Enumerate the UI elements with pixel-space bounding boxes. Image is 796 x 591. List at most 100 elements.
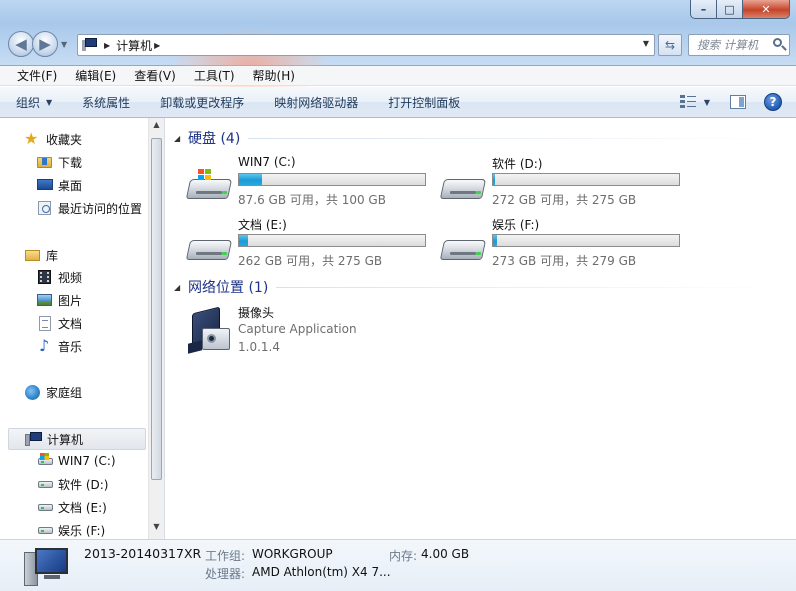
hard-drive-icon [439,230,487,266]
group-divider [248,137,780,139]
usage-bar-fill [493,174,496,185]
forward-button[interactable]: ▶ [32,31,58,57]
map-network-drive-button[interactable]: 映射网络驱动器 [274,94,358,111]
free-space-text: 262 GB 可用，共 275 GB [238,254,383,268]
collapse-triangle-icon[interactable]: ◢ [174,134,188,143]
view-controls: ▼ ? [678,93,782,111]
sidebar-item-label: 最近访问的位置 [58,201,143,216]
sidebar-item-label: 音乐 [58,339,83,354]
computer-icon [24,546,70,588]
sidebar-item-label: 视频 [58,270,83,285]
recent-places-icon [36,200,54,216]
drive-tile-c[interactable]: WIN7 (C:) 87.6 GB 可用，共 100 GB [185,155,436,215]
system-properties-button[interactable]: 系统属性 [82,94,130,111]
network-locations-group-header[interactable]: ◢ 网络位置 (1) [174,277,780,297]
drive-tile-e[interactable]: 文档 (E:) 262 GB 可用，共 275 GB [185,216,436,276]
drive-name: WIN7 (C:) [238,155,296,169]
preview-pane-icon[interactable] [730,95,746,109]
computer-icon [25,431,43,447]
group-divider [276,286,780,288]
computer-name: 2013-20140317XR [84,546,202,561]
open-control-panel-button[interactable]: 打开控制面板 [388,94,460,111]
picture-icon [36,292,54,308]
breadcrumb-separator-icon[interactable]: ▶ [104,41,110,50]
drive-name: 文档 (E:) [238,218,287,232]
menu-edit[interactable]: 编辑(E) [66,67,125,84]
group-title: 硬盘 (4) [188,131,241,147]
drive-name: 软件 (D:) [492,157,543,171]
video-icon [36,269,54,285]
scroll-up-icon[interactable]: ▲ [149,120,164,135]
title-bar: – □ ✕ ◀ ▶ ▼ ▶ 计算机 ▶ ▼ ⇆ 搜索 计算机 [0,0,796,100]
navigation-buttons: ◀ ▶ ▼ [8,31,67,57]
menu-help[interactable]: 帮助(H) [244,67,304,84]
system-drive-icon [185,169,233,205]
breadcrumb-computer[interactable]: 计算机 [116,37,152,54]
view-options-dropdown-icon[interactable]: ▼ [704,98,710,107]
usage-bar-fill [493,235,498,246]
address-bar[interactable]: ▶ 计算机 ▶ ▼ [77,34,655,56]
network-device-tile[interactable]: 摄像头 Capture Application 1.0.1.4 [186,304,486,364]
free-space-text: 87.6 GB 可用，共 100 GB [238,193,386,207]
star-icon: ★ [24,129,39,148]
window-controls: – □ ✕ [690,0,790,19]
computer-icon [82,38,98,52]
free-space-text: 273 GB 可用，共 279 GB [492,254,637,268]
drive-tile-f[interactable]: 娱乐 (F:) 273 GB 可用，共 279 GB [439,216,690,276]
usage-bar [238,173,426,186]
back-button[interactable]: ◀ [8,31,34,57]
sidebar-item-label: 桌面 [58,178,83,193]
device-name: 摄像头 [238,306,275,320]
drive-tile-d[interactable]: 软件 (D:) 272 GB 可用，共 275 GB [439,155,690,215]
hard-disks-group-header[interactable]: ◢ 硬盘 (4) [174,128,780,148]
content-area: ◢ 硬盘 (4) WIN7 (C:) 87.6 GB 可用，共 100 GB 软… [166,118,796,539]
minimize-button[interactable]: – [690,0,717,19]
usage-bar-fill [239,174,263,185]
sidebar-item-label: 图片 [58,293,83,308]
free-space-text: 272 GB 可用，共 275 GB [492,193,637,207]
sidebar-item-label: 文档 (E:) [58,500,107,515]
group-title: 网络位置 (1) [188,280,269,296]
organize-button[interactable]: 组织 ▼ [16,94,52,111]
maximize-button[interactable]: □ [717,0,743,19]
workgroup-label: 工作组: [205,549,246,563]
menu-file[interactable]: 文件(F) [8,67,66,84]
breadcrumb-separator-icon[interactable]: ▶ [154,41,160,50]
scrollbar-thumb[interactable] [151,138,162,480]
refresh-button[interactable]: ⇆ [658,34,682,56]
sidebar-item-label: 库 [46,248,59,263]
device-version: 1.0.1.4 [238,340,280,354]
hard-drive-icon [185,230,233,266]
scroll-down-icon[interactable]: ▼ [149,522,164,537]
usage-bar [492,173,680,186]
navigation-scrollbar[interactable]: ▲ ▼ [148,118,164,539]
sidebar-item-label: 娱乐 (F:) [58,523,106,538]
details-pane: 2013-20140317XR 工作组: WORKGROUP 内存: 4.00 … [0,539,796,591]
menu-tools[interactable]: 工具(T) [185,67,244,84]
navigation-pane: ★ 收藏夹 下载 桌面 最近访问的位置 库 视频 图片 文档 ♪ 音乐 家庭组 … [0,118,165,539]
search-box[interactable]: 搜索 计算机 [688,34,790,56]
sidebar-item-label: 收藏夹 [46,132,83,147]
search-icon[interactable] [771,36,789,54]
collapse-triangle-icon[interactable]: ◢ [174,283,188,292]
memory-label: 内存: [389,549,418,563]
command-bar: 组织 ▼ 系统属性 卸载或更改程序 映射网络驱动器 打开控制面板 ▼ ? [0,87,796,118]
usage-bar [492,234,680,247]
recent-pages-dropdown-icon[interactable]: ▼ [61,40,67,49]
sidebar-item-label: 家庭组 [46,385,83,400]
search-input[interactable]: 搜索 计算机 [697,37,771,53]
uninstall-program-button[interactable]: 卸载或更改程序 [160,94,244,111]
usage-bar [238,234,426,247]
menu-view[interactable]: 查看(V) [125,67,185,84]
hard-drive-icon [36,476,54,492]
change-view-icon[interactable] [678,94,698,110]
homegroup-icon [24,384,42,400]
help-icon[interactable]: ? [764,93,782,111]
sidebar-item-computer[interactable]: 计算机 [8,428,146,450]
system-drive-icon [36,453,54,469]
sidebar-item-label: 下载 [58,155,83,170]
sidebar-item-label: 文档 [58,316,83,331]
address-history-dropdown-icon[interactable]: ▼ [643,39,649,48]
close-button[interactable]: ✕ [743,0,790,19]
usage-bar-fill [239,235,248,246]
